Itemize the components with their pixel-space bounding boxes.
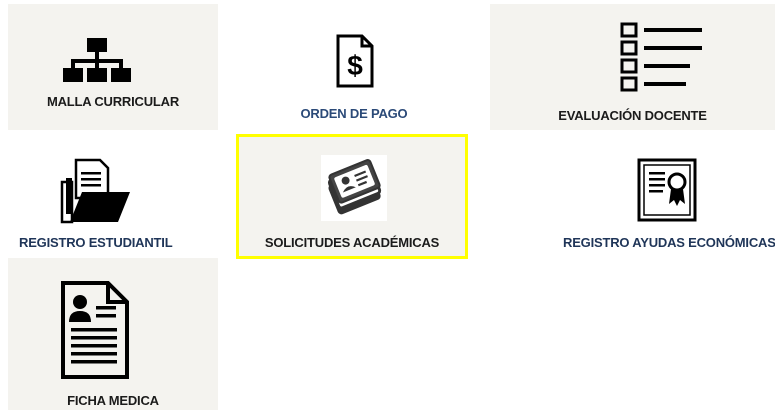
payment-document-icon: $ (336, 34, 374, 88)
tile-registro-ayudas-economicas[interactable]: REGISTRO AYUDAS ECONÓMICAS (490, 130, 775, 258)
id-cards-stack-icon (321, 155, 387, 221)
tile-label: SOLICITUDES ACADÉMICAS (264, 235, 440, 250)
tile-evaluacion-docente[interactable]: EVALUACIÓN DOCENTE (490, 4, 775, 130)
tile-label: REGISTRO ESTUDIANTIL (19, 235, 173, 250)
tile-orden-de-pago[interactable]: $ ORDEN DE PAGO (218, 4, 490, 130)
org-chart-icon (63, 38, 131, 82)
tile-label: ORDEN DE PAGO (300, 106, 408, 121)
tile-label: EVALUACIÓN DOCENTE (558, 108, 707, 123)
profile-document-icon (61, 281, 129, 379)
tile-registro-estudiantil[interactable]: REGISTRO ESTUDIANTIL (8, 130, 218, 258)
tile-label: FICHA MEDICA (67, 393, 159, 408)
tile-ficha-medica[interactable]: FICHA MEDICA (8, 258, 218, 410)
tile-label: MALLA CURRICULAR (46, 94, 180, 109)
folder-documents-icon (60, 158, 130, 224)
certificate-icon (637, 158, 697, 222)
tile-label: REGISTRO AYUDAS ECONÓMICAS (563, 235, 775, 250)
svg-text:$: $ (347, 50, 363, 81)
tile-malla-curricular[interactable]: MALLA CURRICULAR (8, 4, 218, 130)
tile-solicitudes-academicas[interactable]: SOLICITUDES ACADÉMICAS (236, 134, 468, 259)
checklist-icon (620, 22, 702, 92)
